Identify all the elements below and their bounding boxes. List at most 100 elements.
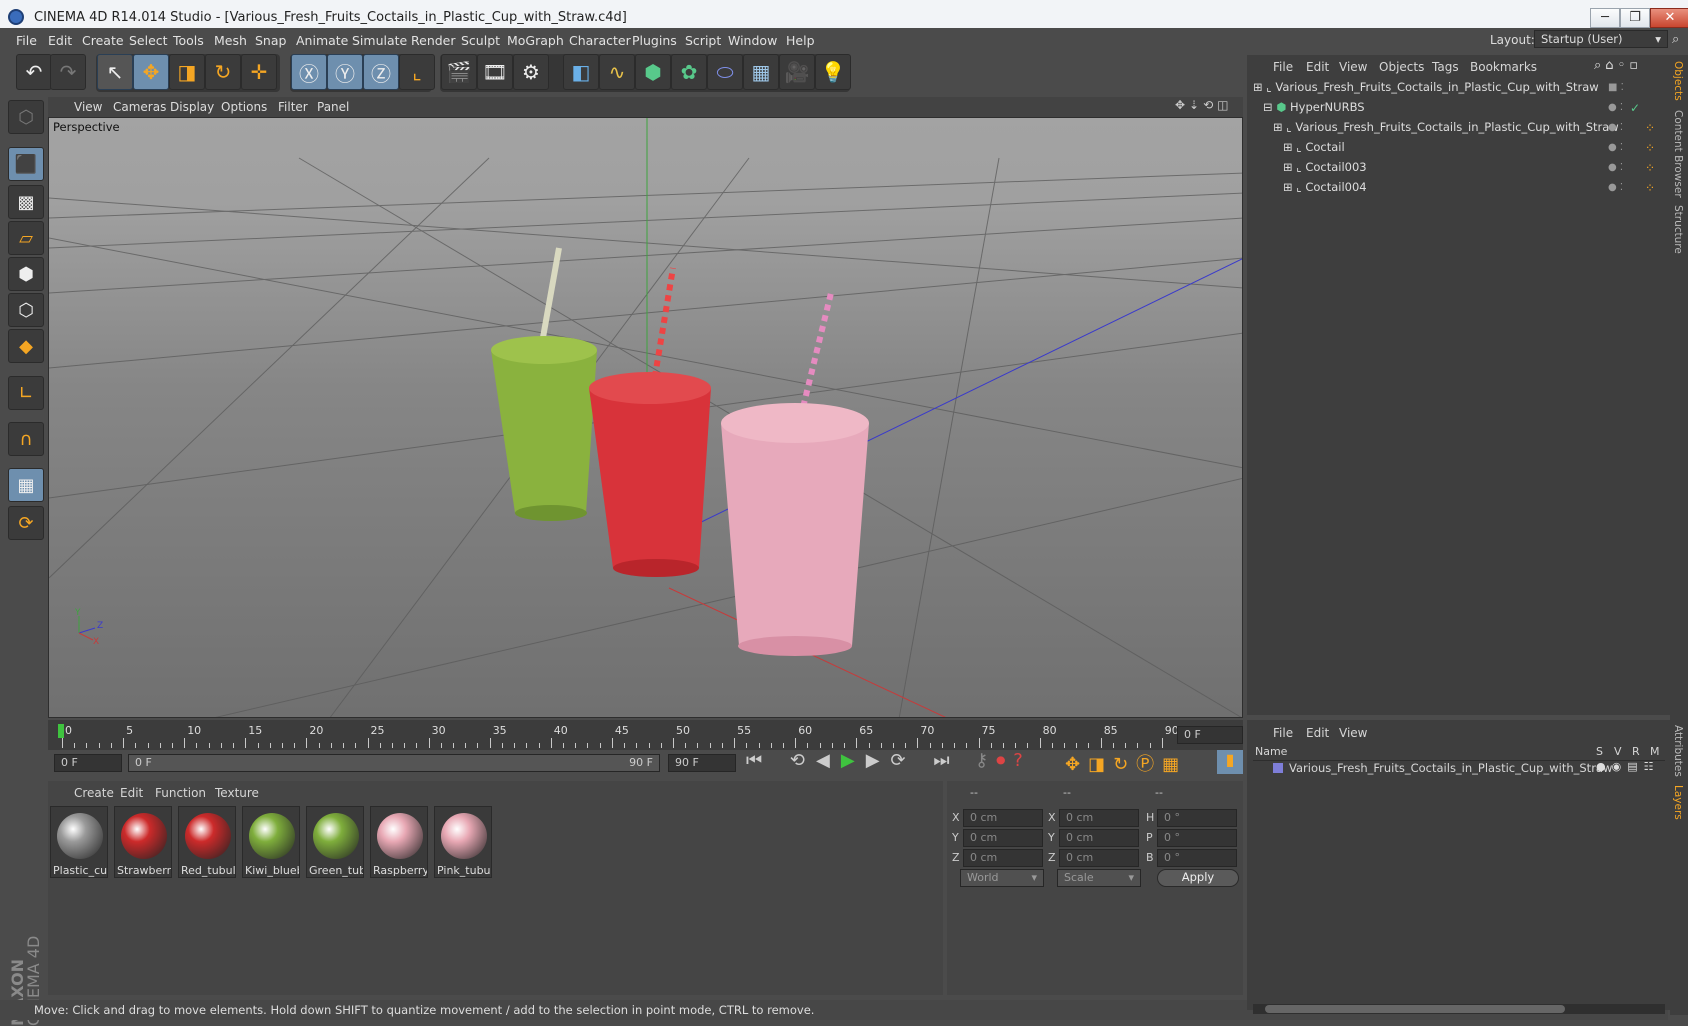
points-mode-icon[interactable]: ⬢ (8, 257, 44, 291)
enabled-check-icon[interactable]: ✓ (1630, 101, 1640, 115)
visibility-toggle-icon[interactable]: ● ⁚ (1608, 122, 1623, 133)
visibility-toggle-icon[interactable]: ● ⁚ (1608, 182, 1623, 193)
expand-icon[interactable]: ⊟ (1263, 100, 1276, 114)
visibility-toggle-icon[interactable]: ● ⁚ (1608, 162, 1623, 173)
coord-value-field[interactable]: 0 cm (963, 809, 1043, 827)
coord-scale-select[interactable]: Scale ▾ (1057, 869, 1141, 887)
material-menu-function[interactable]: Function (155, 786, 206, 800)
menu-simulate[interactable]: Simulate (352, 33, 407, 48)
cube-icon[interactable]: ◧ (563, 54, 599, 90)
coord-value-field[interactable]: 0 ° (1157, 809, 1237, 827)
coord-value-field[interactable]: 0 cm (1059, 809, 1139, 827)
visibility-toggle-icon[interactable]: ■ ⁚ (1608, 82, 1624, 93)
layer-row-name[interactable]: Various_Fresh_Fruits_Coctails_in_Plastic… (1289, 761, 1612, 775)
menu-mesh[interactable]: Mesh (214, 33, 247, 48)
z-axis-lock-icon[interactable]: Ⓩ (363, 54, 399, 90)
snap-magnet-icon[interactable]: ∩ (8, 422, 44, 456)
floor-icon[interactable]: ▦ (743, 54, 779, 90)
transport-controls[interactable]: ⏮ ⟲◀▶▶⟳ ⏭ (746, 750, 961, 771)
render-picture-viewer-icon[interactable]: 🎞 (477, 54, 513, 90)
material-swatch[interactable]: Pink_tubul (434, 806, 492, 878)
menu-character[interactable]: Character (569, 33, 631, 48)
frame-range-slider[interactable]: 0 F 90 F (128, 754, 660, 772)
viewport-menu-panel[interactable]: Panel (317, 100, 349, 114)
material-menu-texture[interactable]: Texture (215, 786, 259, 800)
menu-file[interactable]: File (16, 33, 37, 48)
menu-window[interactable]: Window (728, 33, 777, 48)
layer-menu-edit[interactable]: Edit (1306, 726, 1329, 740)
obj-menu-view[interactable]: View (1339, 60, 1367, 74)
object-tree-row[interactable]: ⊟ ⬢ HyperNURBS (1253, 100, 1603, 120)
layer-menu-view[interactable]: View (1339, 726, 1367, 740)
obj-menu-edit[interactable]: Edit (1306, 60, 1329, 74)
coord-value-field[interactable]: 0 ° (1157, 849, 1237, 867)
viewport-menu-filter[interactable]: Filter (278, 100, 308, 114)
material-tag-icon[interactable]: ⁘ (1645, 161, 1655, 175)
obj-menu-file[interactable]: File (1273, 60, 1293, 74)
axis-mode-icon[interactable]: ∟ (8, 376, 44, 410)
obj-menu-tags[interactable]: Tags (1432, 60, 1459, 74)
expand-icon[interactable]: ⊞ (1283, 180, 1296, 194)
rotate-tool-icon[interactable]: ↻ (205, 54, 241, 90)
coord-value-field[interactable]: 0 cm (963, 849, 1043, 867)
viewport-menu-view[interactable]: View (74, 100, 102, 114)
apply-button[interactable]: Apply (1157, 869, 1239, 887)
scale-tool-icon[interactable]: ◨ (169, 54, 205, 90)
coord-value-field[interactable]: 0 cm (1059, 829, 1139, 847)
menu-snap[interactable]: Snap (255, 33, 286, 48)
key-type-toggles[interactable]: ✥◨↻Ⓟ▦ (1065, 750, 1187, 776)
material-tag-icon[interactable]: ⁘ (1645, 181, 1655, 195)
deformer-icon[interactable]: ⬭ (707, 54, 743, 90)
maximize-button[interactable]: ❐ (1620, 8, 1650, 28)
spline-icon[interactable]: ∿ (599, 54, 635, 90)
viewport-menu-display[interactable]: Display (170, 100, 214, 114)
layer-color-swatch[interactable] (1273, 763, 1283, 773)
end-frame-field[interactable]: 90 F (668, 754, 736, 772)
expand-icon[interactable]: ⊞ (1283, 140, 1296, 154)
visibility-toggle-icon[interactable]: ● ⁚ (1608, 102, 1623, 113)
material-menu-create[interactable]: Create (74, 786, 114, 800)
layer-menu-file[interactable]: File (1273, 726, 1293, 740)
menu-script[interactable]: Script (685, 33, 721, 48)
polygons-mode-icon[interactable]: ◆ (8, 329, 44, 363)
tab-layers[interactable]: Layers (1672, 785, 1684, 820)
texture-mode-icon[interactable]: ▩ (8, 185, 44, 219)
light-icon[interactable]: 💡 (815, 54, 851, 90)
coord-value-field[interactable]: 0 cm (963, 829, 1043, 847)
menu-create[interactable]: Create (82, 33, 124, 48)
expand-icon[interactable]: ⊞ (1273, 120, 1286, 134)
viewport-menu-cameras[interactable]: Cameras (113, 100, 166, 114)
visibility-toggle-icon[interactable]: ● ⁚ (1608, 142, 1623, 153)
minimize-button[interactable]: ─ (1590, 8, 1620, 28)
obj-toolbar-icons[interactable]: ⌕⌂◦▫ (1594, 58, 1642, 73)
nurbs-icon[interactable]: ⬢ (635, 54, 671, 90)
expand-icon[interactable]: ⊞ (1283, 160, 1296, 174)
search-icon[interactable]: ⌕ (1672, 32, 1679, 47)
viewport-perspective[interactable]: Perspective Y X Z (48, 117, 1243, 718)
menu-select[interactable]: Select (129, 33, 168, 48)
y-axis-lock-icon[interactable]: Ⓨ (327, 54, 363, 90)
object-tree-row[interactable]: ⊞ ⌞ Coctail003 (1253, 160, 1603, 180)
current-frame-field[interactable]: 0 F (1177, 726, 1243, 744)
material-swatch[interactable]: Green_tub (306, 806, 364, 878)
coord-value-field[interactable]: 0 cm (1059, 849, 1139, 867)
playhead-marker[interactable] (58, 724, 64, 738)
timeline-window-icon[interactable]: ▮ (1217, 750, 1243, 774)
object-tree-row[interactable]: ⊞ ⌞ Various_Fresh_Fruits_Coctails_in_Pla… (1253, 120, 1619, 140)
viewport-menu-options[interactable]: Options (221, 100, 267, 114)
undo-icon[interactable]: ↶ (16, 54, 52, 90)
obj-menu-bookmarks[interactable]: Bookmarks (1470, 60, 1537, 74)
material-swatch[interactable]: Strawberry (114, 806, 172, 878)
close-button[interactable]: ✕ (1650, 8, 1688, 28)
tab-structure[interactable]: Structure (1672, 205, 1684, 254)
material-tag-icon[interactable]: ⁘ (1645, 121, 1655, 135)
menu-edit[interactable]: Edit (48, 33, 72, 48)
obj-menu-objects[interactable]: Objects (1379, 60, 1424, 74)
layout-select[interactable]: Startup (User) ▾ (1534, 30, 1668, 48)
keyframe-controls[interactable]: ⚷⏺? (975, 750, 1031, 771)
tab-attributes[interactable]: Attributes (1672, 725, 1684, 777)
workplane-icon[interactable]: ▱ (8, 221, 44, 255)
material-tag-icon[interactable]: ⁘ (1645, 141, 1655, 155)
tab-content-browser[interactable]: Content Browser (1672, 110, 1684, 198)
render-settings-icon[interactable]: ⚙ (513, 54, 549, 90)
